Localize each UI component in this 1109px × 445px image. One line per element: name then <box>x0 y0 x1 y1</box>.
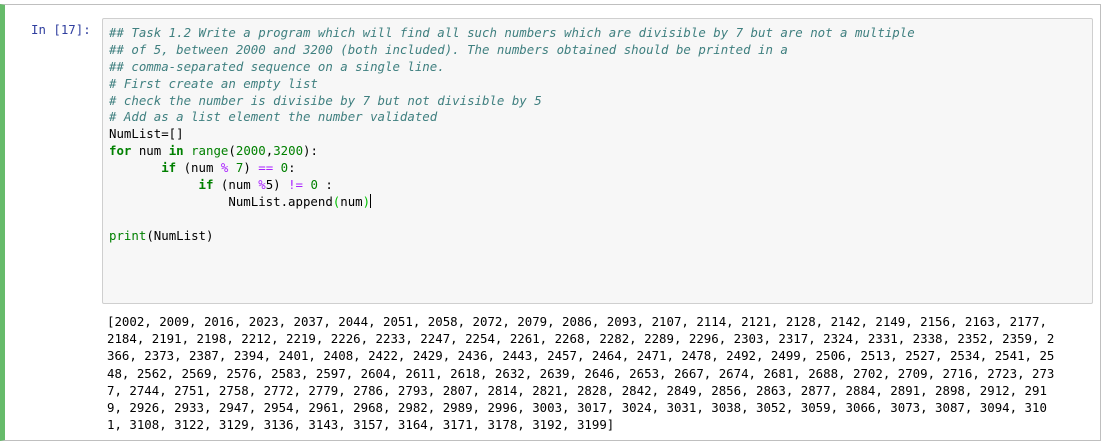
code-token: if <box>198 177 214 193</box>
code-line[interactable]: if (num % 7) == 0: <box>109 160 1092 177</box>
code-line[interactable]: ## comma-separated sequence on a single … <box>109 59 1092 76</box>
code-token: : <box>288 160 296 176</box>
code-token: ## Task 1.2 Write a program which will f… <box>109 25 915 40</box>
code-line[interactable]: NumList=[] <box>109 126 1092 143</box>
output-line: [2002, 2009, 2016, 2023, 2037, 2044, 205… <box>107 314 1047 329</box>
code-editor[interactable]: ## Task 1.2 Write a program which will f… <box>102 18 1093 304</box>
input-prompt: In [17]: <box>31 22 91 37</box>
output-line: 2184, 2191, 2198, 2212, 2219, 2226, 2233… <box>107 331 1055 347</box>
code-token: ) <box>362 193 371 209</box>
code-token: ): <box>303 143 318 159</box>
code-line[interactable]: ## Task 1.2 Write a program which will f… <box>109 25 1092 42</box>
output-line: 366, 2373, 2387, 2394, 2401, 2408, 2422,… <box>107 348 1055 364</box>
code-token: != <box>288 177 303 193</box>
code-token: (num <box>213 177 259 193</box>
code-token: for <box>109 143 132 159</box>
code-token: print <box>109 227 147 243</box>
code-token: if <box>161 160 177 176</box>
code-token: # First create an empty list <box>109 75 318 91</box>
output-line: 48, 2562, 2569, 2576, 2583, 2597, 2604, … <box>107 365 1055 381</box>
code-token: 2000 <box>235 143 266 159</box>
code-line[interactable]: NumList.append(num) <box>109 193 1092 211</box>
code-token: range <box>191 143 229 159</box>
code-token: in <box>168 143 184 159</box>
cell-output: [2002, 2009, 2016, 2023, 2037, 2044, 205… <box>102 313 1090 433</box>
code-token: == <box>258 160 274 176</box>
text-cursor <box>370 193 372 208</box>
code-line[interactable] <box>109 211 1092 228</box>
code-token: (num <box>176 160 221 176</box>
code-token: 5) <box>265 177 289 193</box>
code-token: ) <box>243 160 259 176</box>
code-token: num <box>131 143 169 159</box>
code-line[interactable]: # Add as a list element the number valid… <box>109 109 1092 126</box>
code-line[interactable]: ## of 5, between 2000 and 3200 (both inc… <box>109 42 1092 59</box>
code-line[interactable]: if (num %5) != 0 : <box>109 177 1092 194</box>
code-content[interactable]: ## Task 1.2 Write a program which will f… <box>109 25 1092 245</box>
code-token: NumList=[] <box>109 126 184 142</box>
code-line[interactable]: # First create an empty list <box>109 76 1092 93</box>
output-line: 1, 3108, 3122, 3129, 3136, 3143, 3157, 3… <box>107 417 615 433</box>
code-token: # check the number is divisibe by 7 but … <box>109 92 542 108</box>
code-line[interactable]: print(NumList) <box>109 228 1092 245</box>
code-line[interactable]: for num in range(2000,3200): <box>109 143 1092 160</box>
output-line: 7, 2744, 2751, 2758, 2772, 2779, 2786, 2… <box>107 382 1047 398</box>
code-token: ( <box>228 143 236 159</box>
code-token: 3200 <box>273 143 304 159</box>
code-token: ## comma-separated sequence on a single … <box>109 58 445 74</box>
code-token: (NumList) <box>146 227 214 243</box>
output-line: 9, 2926, 2933, 2947, 2954, 2961, 2968, 2… <box>107 399 1047 415</box>
code-token: ## of 5, between 2000 and 3200 (both inc… <box>109 41 788 57</box>
code-token: % <box>258 177 266 193</box>
code-token: NumList.append <box>109 193 333 209</box>
code-line[interactable]: # check the number is divisibe by 7 but … <box>109 93 1092 110</box>
code-token: # Add as a list element the number valid… <box>109 109 438 125</box>
code-token: : <box>317 177 333 193</box>
code-token: 0 <box>280 160 289 176</box>
code-token: 0 <box>310 177 318 193</box>
code-token: num <box>340 193 363 209</box>
